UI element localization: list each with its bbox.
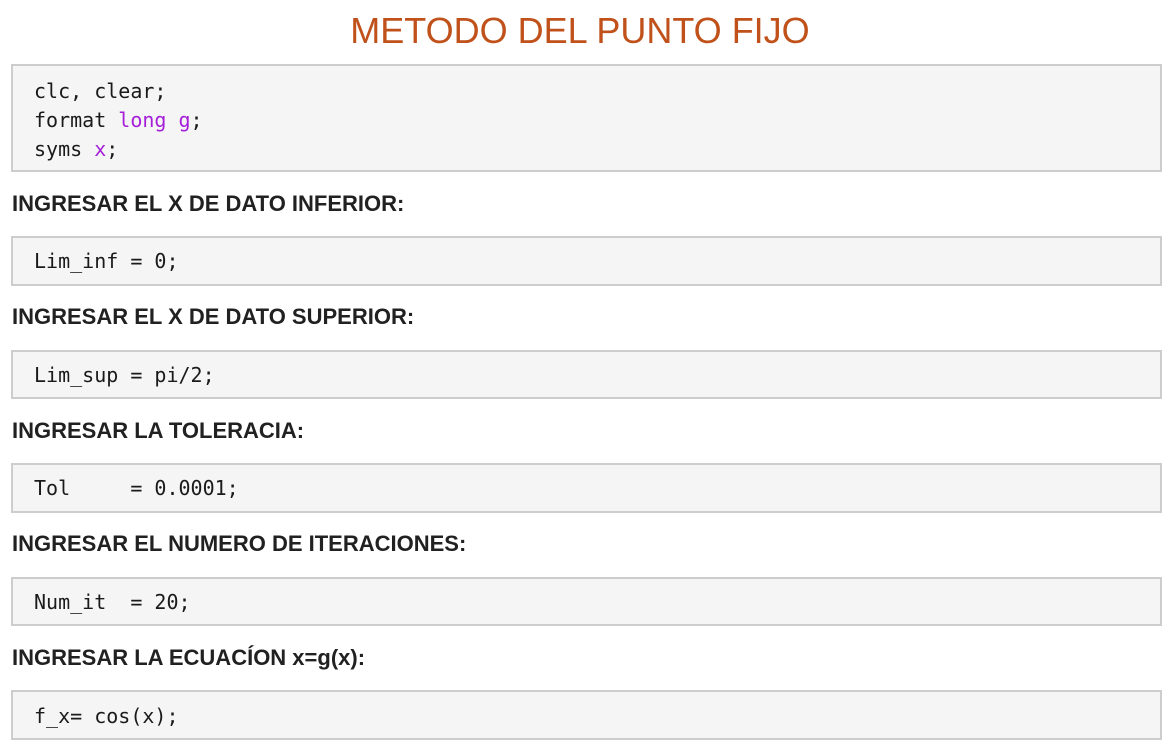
code-cell-iterations[interactable]: Num_it = 20; xyxy=(11,577,1162,626)
code-cell-lim-inf[interactable]: Lim_inf = 0; xyxy=(11,236,1162,286)
code-line: Tol = 0.0001; xyxy=(34,476,239,500)
code-text: ; xyxy=(106,137,119,161)
section-heading-equation: INGRESAR LA ECUACÍON x=g(x): xyxy=(12,645,366,670)
code-text: ; xyxy=(190,108,203,132)
code-keyword: long g xyxy=(118,108,191,132)
code-line: f_x= cos(x); xyxy=(34,704,179,728)
code-line-format: format long g; xyxy=(34,106,1160,135)
code-text: clc, clear; xyxy=(34,79,167,103)
page-title: METODO DEL PUNTO FIJO xyxy=(350,10,810,51)
code-line: Num_it = 20; xyxy=(34,590,191,614)
code-text: syms xyxy=(34,137,95,161)
code-cell-tolerance[interactable]: Tol = 0.0001; xyxy=(11,463,1162,513)
section-heading-lim-sup: INGRESAR EL X DE DATO SUPERIOR: xyxy=(12,304,415,329)
code-cell-init[interactable]: clc, clear; format long g; syms x; xyxy=(11,64,1162,172)
code-text: format xyxy=(34,108,119,132)
section-heading-tolerance: INGRESAR LA TOLERACIA: xyxy=(12,418,305,443)
code-line: Lim_inf = 0; xyxy=(34,249,179,273)
code-cell-equation[interactable]: f_x= cos(x); xyxy=(11,690,1162,740)
code-keyword: x xyxy=(94,137,107,161)
code-line: Lim_sup = pi/2; xyxy=(34,363,215,387)
section-heading-iterations: INGRESAR EL NUMERO DE ITERACIONES: xyxy=(12,531,467,556)
section-heading-lim-inf: INGRESAR EL X DE DATO INFERIOR: xyxy=(12,191,405,216)
code-line-clear: clc, clear; xyxy=(34,77,1160,106)
code-line-syms: syms x; xyxy=(34,135,1160,164)
code-cell-lim-sup[interactable]: Lim_sup = pi/2; xyxy=(11,350,1162,399)
